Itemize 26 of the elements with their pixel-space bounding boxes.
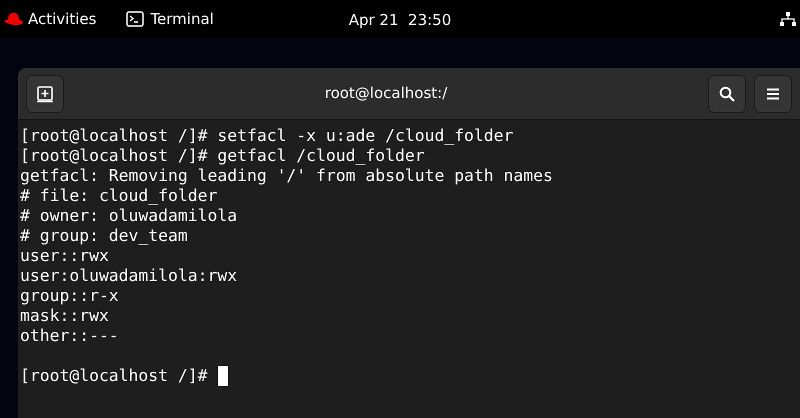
output-line: getfacl: Removing leading '/' from absolute path names bbox=[20, 166, 553, 186]
terminal-icon bbox=[126, 11, 144, 27]
network-icon[interactable] bbox=[780, 11, 796, 27]
menu-icon bbox=[766, 88, 780, 100]
output-line: user::rwx bbox=[20, 246, 109, 266]
output-line: # owner: oluwadamilola bbox=[20, 206, 238, 226]
app-menu[interactable]: Terminal bbox=[150, 8, 214, 30]
hat-icon bbox=[4, 12, 24, 26]
output-line: user:oluwadamilola:rwx bbox=[20, 266, 238, 286]
window-title: root@localhost:/ bbox=[324, 84, 448, 102]
output-line: [root@localhost /]# setfacl -x u:ade /cloud_folder bbox=[20, 126, 514, 146]
cursor bbox=[218, 366, 228, 386]
search-icon bbox=[719, 86, 735, 102]
prompt-line: [root@localhost /]# bbox=[20, 366, 208, 386]
search-button[interactable] bbox=[708, 74, 746, 112]
clock[interactable]: Apr 21 23:50 bbox=[348, 11, 452, 29]
new-tab-icon bbox=[36, 84, 54, 102]
output-line: other::--- bbox=[20, 326, 119, 346]
output-line: [root@localhost /]# getfacl /cloud_folder bbox=[20, 146, 425, 166]
output-line: mask::rwx bbox=[20, 306, 109, 326]
new-tab-button[interactable] bbox=[26, 74, 64, 112]
output-line: # file: cloud_folder bbox=[20, 186, 218, 206]
output-line: group::r-x bbox=[20, 286, 119, 306]
activities-button[interactable]: Activities bbox=[28, 8, 96, 30]
menu-button[interactable] bbox=[754, 74, 792, 112]
output-line: # group: dev_team bbox=[20, 226, 188, 246]
